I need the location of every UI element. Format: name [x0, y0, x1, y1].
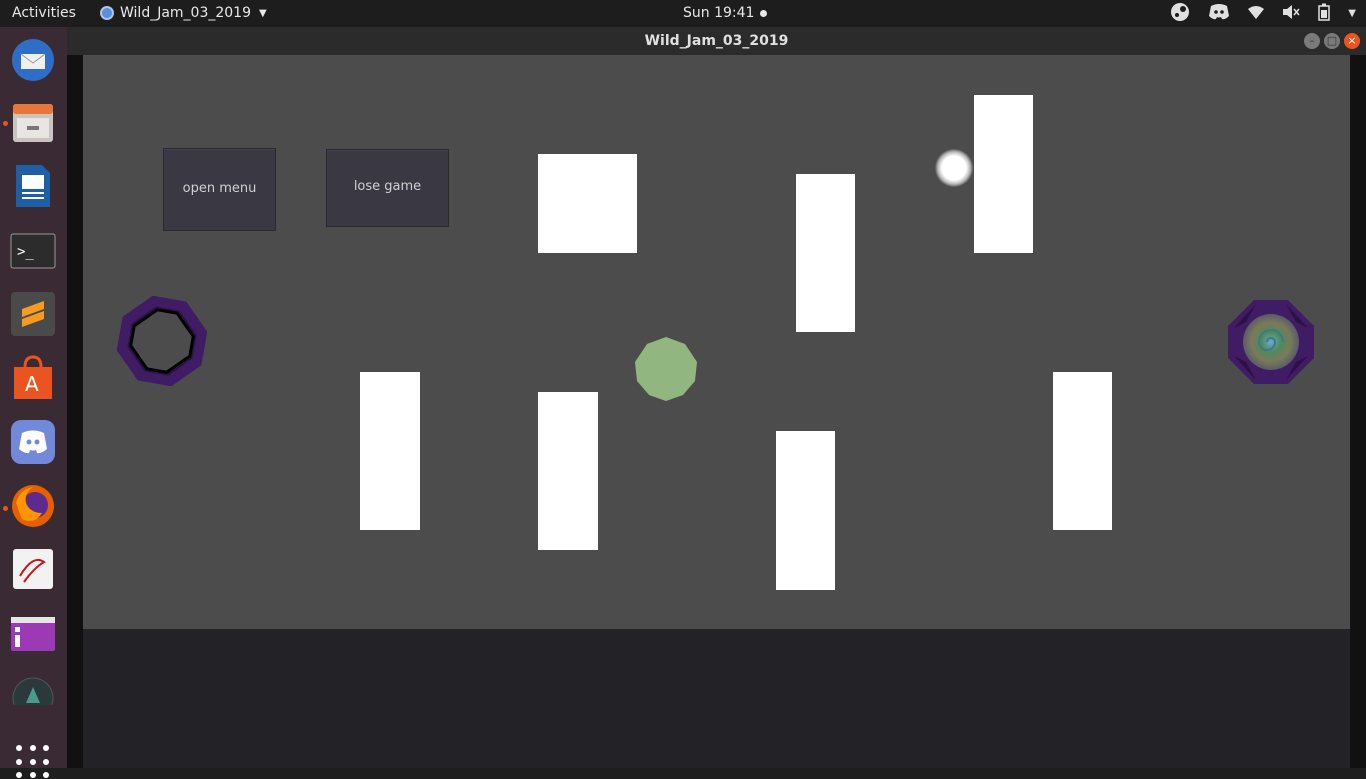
wall-block [1053, 372, 1112, 530]
wall-block [538, 154, 637, 253]
svg-text:A: A [25, 372, 39, 396]
wall-block [974, 95, 1033, 253]
volume-muted-icon[interactable] [1282, 4, 1300, 24]
wall-block [796, 174, 855, 332]
close-icon[interactable]: × [1344, 33, 1360, 49]
sublime-text-icon[interactable] [10, 291, 56, 337]
wall-block [776, 431, 835, 590]
app-menu[interactable]: Wild_Jam_03_2019 ▼ [100, 5, 267, 21]
maximize-icon[interactable]: □ [1324, 33, 1340, 49]
steam-icon[interactable] [1170, 2, 1190, 26]
clock-label: Sun 19:41 [683, 5, 755, 21]
files-icon[interactable] [10, 100, 56, 146]
start-portal [117, 296, 207, 386]
clock[interactable]: Sun 19:41 [683, 5, 768, 21]
chevron-down-icon: ▼ [259, 7, 267, 19]
show-applications-icon[interactable] [16, 745, 50, 779]
discord-app-icon[interactable] [10, 419, 56, 465]
thunderbird-icon[interactable] [10, 37, 56, 83]
libreoffice-writer-icon[interactable] [10, 163, 56, 209]
minimize-icon[interactable]: – [1304, 33, 1320, 49]
discord-icon[interactable] [1208, 3, 1230, 25]
player-character [635, 337, 697, 401]
game-viewport[interactable] [83, 55, 1350, 629]
app-menu-label: Wild_Jam_03_2019 [120, 5, 251, 21]
running-indicator [3, 506, 8, 511]
wifi-icon[interactable] [1248, 5, 1265, 23]
lose-game-button[interactable]: lose game [326, 149, 449, 227]
bottom-panel [83, 629, 1350, 768]
window-titlebar[interactable]: Wild_Jam_03_2019 – □ × [67, 27, 1366, 55]
battery-icon[interactable] [1318, 3, 1331, 25]
goal-portal [1228, 300, 1314, 384]
wall-block [538, 392, 598, 550]
window-title: Wild_Jam_03_2019 [644, 33, 789, 49]
activities-button[interactable]: Activities [12, 5, 76, 21]
open-menu-label: open menu [182, 181, 257, 196]
system-tray: ▼ [1170, 2, 1356, 26]
notification-dot-icon [760, 9, 768, 17]
system-menu-chevron-icon[interactable]: ▼ [1348, 8, 1356, 19]
top-bar: Activities Wild_Jam_03_2019 ▼ Sun 19:41 … [0, 0, 1366, 27]
document-viewer-icon[interactable] [10, 546, 56, 592]
open-menu-button[interactable]: open menu [163, 148, 276, 231]
app-partial-icon[interactable] [10, 675, 56, 705]
light-orb [935, 149, 973, 187]
svg-text:>_: >_ [17, 244, 34, 260]
lose-game-label: lose game [353, 179, 422, 194]
dock: >_ A [0, 27, 67, 779]
firefox-icon[interactable] [10, 483, 56, 529]
terminal-icon[interactable]: >_ [10, 228, 56, 274]
wall-block [360, 372, 420, 530]
godot-icon [100, 6, 114, 20]
ubuntu-software-icon[interactable]: A [10, 355, 56, 401]
running-indicator [3, 121, 8, 126]
app-window-icon[interactable] [10, 611, 56, 657]
